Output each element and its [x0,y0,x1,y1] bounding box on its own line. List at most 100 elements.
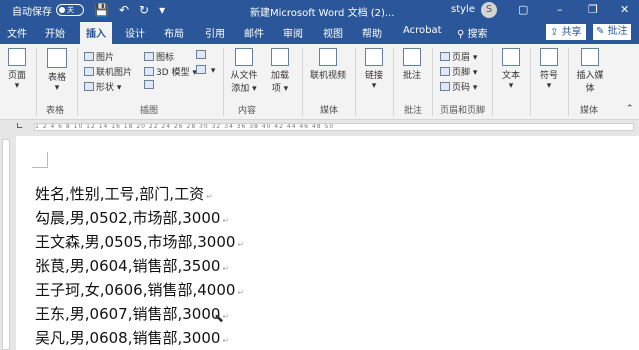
tab-acrobat[interactable]: Acrobat [403,25,442,36]
save-icon[interactable]: 💾 [94,3,109,17]
paragraph-mark-icon: ↵ [237,288,245,297]
addins-icon [271,48,289,66]
text-box-icon [502,48,520,66]
avatar[interactable]: S [481,2,497,18]
chart-button[interactable] [196,50,208,61]
from-file-icon [235,48,253,66]
tab-design[interactable]: 设计 [125,25,145,40]
3d-model-label: 3D 模型 [156,68,190,78]
header-label: 页眉 [452,53,471,63]
page-number-button[interactable]: 页码 ▾ [440,80,477,93]
text-line-1[interactable]: 姓名,性别,工号,部门,工资 ↵ [35,183,213,204]
horizontal-ruler[interactable]: ∟ 1 2 4 6 8 10 12 14 16 18 20 22 24 26 2… [0,121,639,133]
ribbon-options-button[interactable]: ▢ [518,3,528,16]
pages-button[interactable]: 页面 ▾ [4,48,30,91]
3d-model-button[interactable]: 3D 模型 ▾ [144,65,197,78]
tab-references[interactable]: 引用 [205,25,225,40]
content-group-label: 内容 [238,106,257,116]
line-text: 王文森,男,0505,市场部,3000 [35,233,236,251]
insert-media-button[interactable]: 插入媒体 [574,48,606,94]
screenshot-button[interactable]: ▾ [196,65,215,76]
search-tell-me[interactable]: ⚲ 搜索 [457,25,488,40]
lightbulb-icon: ⚲ [457,29,468,40]
tab-layout[interactable]: 布局 [164,25,184,40]
table-button[interactable]: 表格 ▾ [44,48,70,93]
redo-icon[interactable]: ↻ [139,3,149,17]
tab-selector-icon[interactable]: ∟ [16,122,24,132]
collapse-ribbon-icon[interactable]: ⌃ [626,104,634,114]
online-picture-button[interactable]: 联机图片 [84,65,132,78]
media-group-label: 媒体 [320,106,339,116]
comments-button[interactable]: ✎ 批注 [593,24,631,40]
comment-insert-label: 批注 [402,71,421,81]
tab-file[interactable]: 文件 [7,25,27,40]
text-line-4[interactable]: 张茛,男,0604,销售部,3500 ↵ [35,255,229,276]
paragraph-mark-icon: ↵ [206,192,213,201]
line-text: 勾晨,男,0502,市场部,3000 [35,209,221,227]
line-text: 王东,男,0607,销售部,3000 [35,305,221,323]
icons-icon [144,52,154,61]
line-text: 王子珂,女,0606,销售部,4000 [35,281,236,299]
media-group-label-2: 媒体 [580,106,599,116]
text-line-3[interactable]: 王文森,男,0505,市场部,3000 ↵ [35,231,244,252]
text-line-6[interactable]: 王东,男,0607,销售部,3000 ↵ [35,303,229,324]
online-video-icon [319,48,337,66]
tab-help[interactable]: 帮助 [362,25,382,40]
document-page[interactable]: 姓名,性别,工号,部门,工资 ↵ 勾晨,男,0502,市场部,3000 ↵ 王文森,… [16,136,639,350]
share-button[interactable]: ⇪ 共享 [546,24,586,40]
header-button[interactable]: 页眉 ▾ [440,50,477,63]
text-button[interactable]: 文本 ▾ [498,48,524,91]
paragraph-mark-icon: ↵ [222,264,230,273]
tab-view[interactable]: 视图 [323,25,343,40]
footer-button[interactable]: 页脚 ▾ [440,65,477,78]
icons-button[interactable]: 图标 [144,50,174,63]
customize-toolbar-icon[interactable]: ▾ [159,3,165,17]
pages-label: 页面 [7,71,26,81]
shapes-button[interactable]: 形状 ▾ [84,80,121,93]
title-bar: 自动保存 关 💾 ↶ ↻ ▾ 新建Microsoft Word 文档 (2)..… [0,0,639,20]
footer-label: 页脚 [452,68,471,78]
share-label: 共享 [561,27,582,38]
paragraph-mark-icon: ↵ [237,240,245,249]
comment-insert-button[interactable]: 批注 [398,48,426,81]
text-line-2[interactable]: 勾晨,男,0502,市场部,3000 ↵ [35,207,229,228]
share-icon: ⇪ [550,27,562,38]
margin-corner-mark [32,152,48,168]
vertical-ruler[interactable] [0,133,12,350]
online-video-button[interactable]: 联机视频 [306,48,350,81]
online-picture-icon [84,67,94,76]
line-text: 姓名,性别,工号,部门,工资 [35,185,205,203]
picture-button[interactable]: 图片 [84,50,114,63]
minimize-button[interactable]: – [557,3,563,16]
symbol-button[interactable]: 符号 ▾ [536,48,562,91]
from-file-button[interactable]: 从文件添加 ▾ [228,48,260,94]
text-line-7[interactable]: 吴凡,男,0608,销售部,3000 ↵ [35,327,229,348]
tab-review[interactable]: 审阅 [283,25,303,40]
table-label: 表格 [47,73,66,83]
smartart-button[interactable] [144,80,156,91]
tab-home[interactable]: 开始 [45,25,65,40]
table-icon [47,48,67,68]
tab-mailings[interactable]: 邮件 [244,25,264,40]
tab-insert[interactable]: 插入 [80,22,112,44]
autosave-toggle[interactable]: 关 [56,4,84,16]
restore-button[interactable]: ❐ [588,3,598,16]
link-label: 链接 [364,71,383,81]
comment-insert-icon [403,48,421,66]
link-button[interactable]: 链接 ▾ [360,48,388,91]
search-label: 搜索 [467,29,488,40]
link-icon [365,48,383,66]
3d-model-icon [144,67,154,76]
close-button[interactable]: ✕ [620,3,629,16]
insert-media-label: 插入媒体 [576,71,604,94]
shapes-label: 形状 [96,83,115,93]
from-file-label: 从文件添加 [230,71,258,94]
undo-icon[interactable]: ↶ [119,3,129,17]
smartart-icon [144,80,154,89]
addins-button[interactable]: 加载项 ▾ [268,48,292,94]
comment-icon: ✎ [596,26,608,37]
text-line-5[interactable]: 王子珂,女,0606,销售部,4000 ↵ [35,279,244,300]
shapes-icon [84,82,94,91]
user-name: style [451,4,475,15]
vertical-ruler-scale [2,139,10,350]
